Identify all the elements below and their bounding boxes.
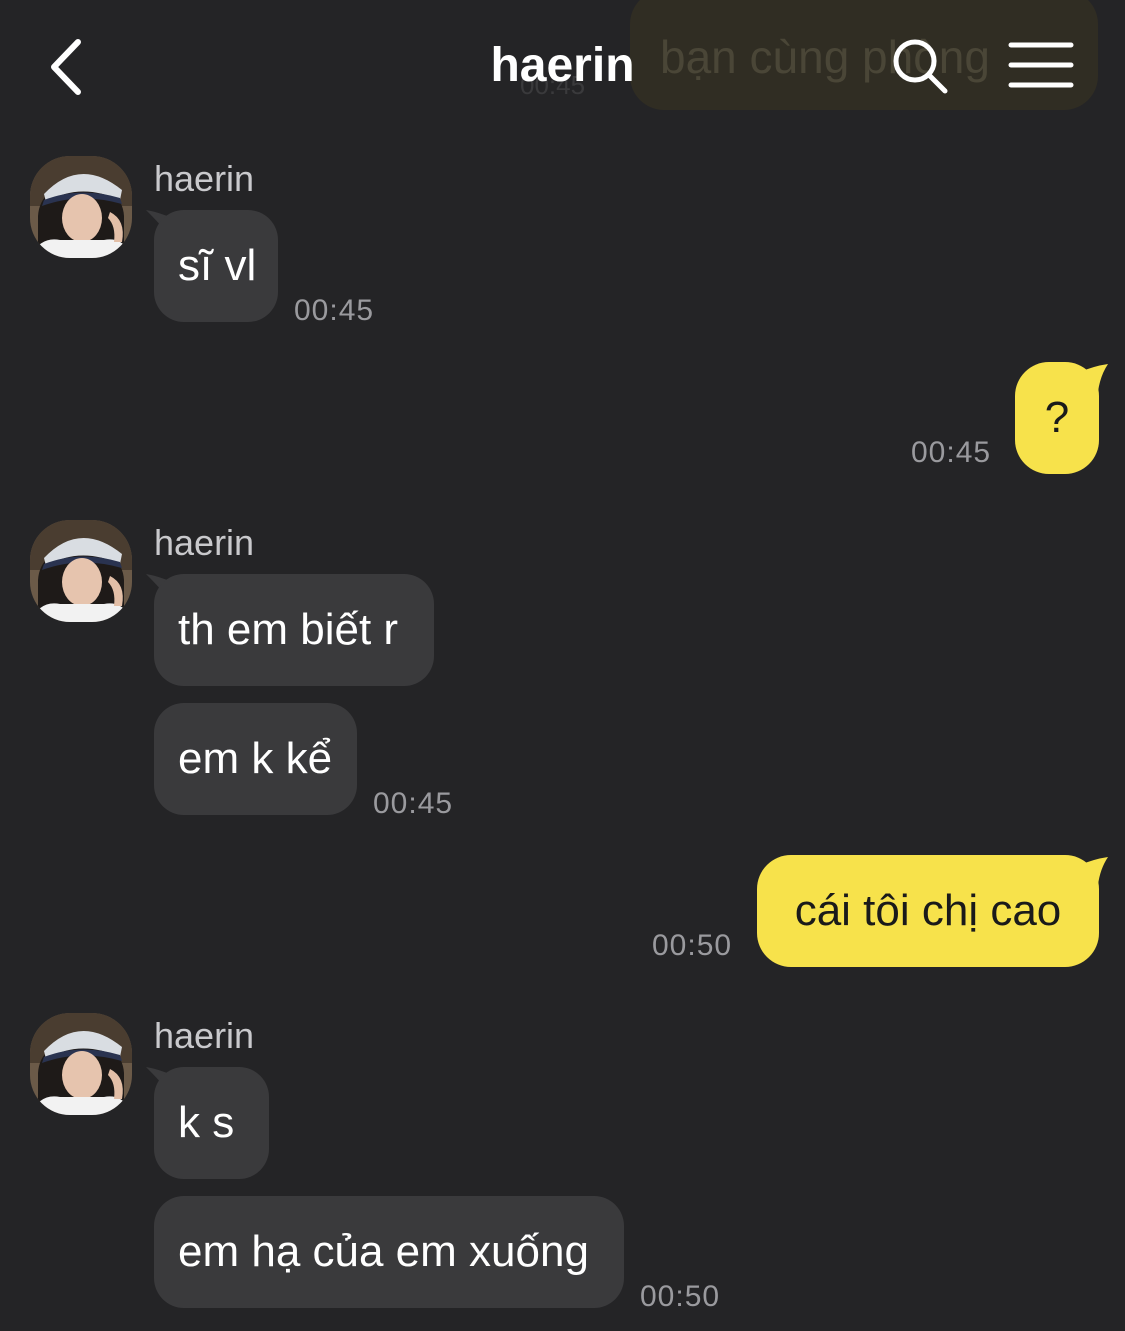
- sender-name: haerin: [154, 158, 255, 199]
- avatar[interactable]: [30, 520, 132, 622]
- search-icon[interactable]: [890, 36, 950, 96]
- sender-name: haerin: [154, 1015, 255, 1056]
- incoming-message[interactable]: em hạ của em xuống: [154, 1196, 624, 1308]
- message-time: 00:45: [373, 787, 454, 820]
- incoming-message[interactable]: th em biết r: [154, 574, 434, 686]
- message-time: 00:45: [911, 436, 992, 469]
- sender-name: haerin: [154, 522, 255, 563]
- message-time: 00:45: [294, 294, 375, 327]
- message-time: 00:50: [652, 929, 733, 962]
- bubble-tail: [1080, 857, 1108, 885]
- avatar[interactable]: [30, 1013, 132, 1115]
- incoming-message[interactable]: em k kể: [154, 703, 357, 815]
- avatar[interactable]: [30, 156, 132, 258]
- outgoing-message[interactable]: cái tôi chị cao: [757, 855, 1099, 967]
- incoming-message[interactable]: k s: [154, 1067, 269, 1179]
- bubble-tail: [1080, 364, 1108, 392]
- hamburger-menu-icon[interactable]: [1008, 40, 1074, 90]
- incoming-message[interactable]: sĩ vl: [154, 210, 278, 322]
- message-time: 00:50: [640, 1280, 721, 1313]
- chat-title: haerin: [490, 39, 635, 92]
